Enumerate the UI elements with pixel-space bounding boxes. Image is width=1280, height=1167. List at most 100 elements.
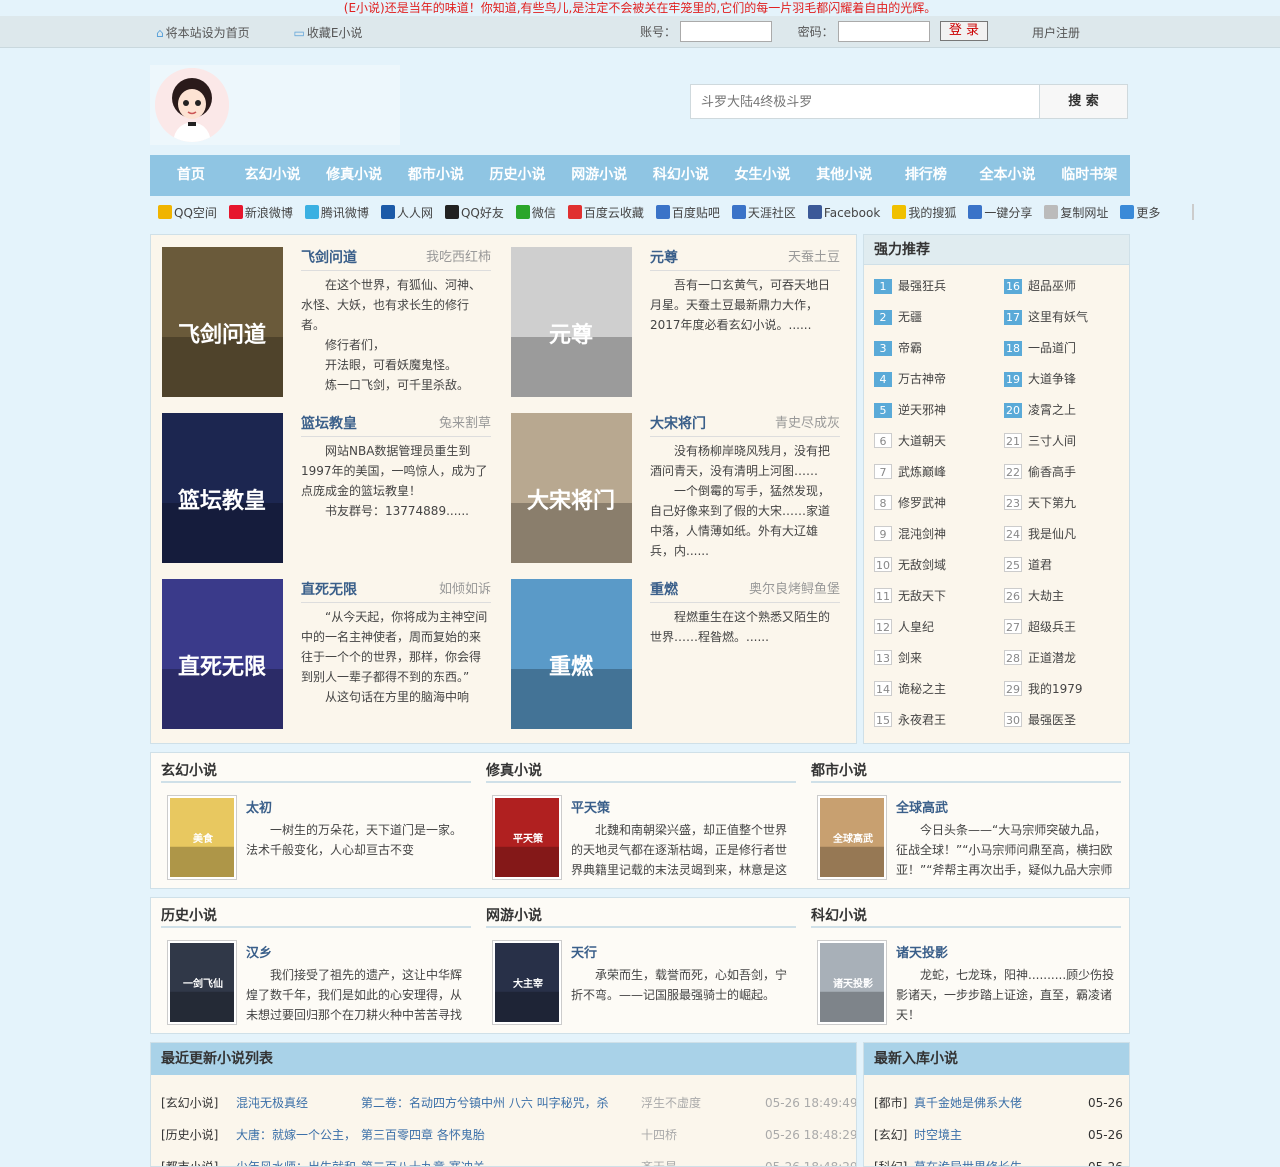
category-book-title[interactable]: 平天策 [571, 797, 793, 816]
login-button[interactable]: 登 录 [940, 21, 988, 41]
share-item[interactable]: 百度贴吧 [655, 204, 726, 221]
share-item[interactable]: Facebook [807, 204, 886, 220]
rank-item[interactable]: 28 正道潜龙 [1004, 649, 1129, 671]
book-author[interactable]: 奥尔良烤鲟鱼堡 [749, 579, 840, 602]
search-input[interactable] [691, 85, 1039, 118]
rank-item[interactable]: 26 大劫主 [1004, 587, 1129, 609]
book-author[interactable]: 我吃西红柿 [426, 247, 491, 270]
share-item[interactable]: 微信 [515, 204, 562, 221]
book-author[interactable]: 青史尽成灰 [775, 413, 840, 436]
book-cover[interactable]: 元尊 [511, 247, 632, 397]
nav-item[interactable]: 修真小说 [313, 155, 395, 196]
book-author[interactable]: 如倾如诉 [439, 579, 491, 602]
book-title[interactable]: 直死无限 [301, 579, 357, 602]
category-book-title[interactable]: 全球高武 [896, 797, 1118, 816]
book-title[interactable]: 元尊 [650, 247, 678, 270]
book-cover[interactable]: 直死无限 [162, 579, 283, 729]
book-cover[interactable]: 篮坛教皇 [162, 413, 283, 563]
category-book-title[interactable]: 天行 [571, 942, 793, 961]
nav-item[interactable]: 首页 [150, 155, 232, 196]
category-header[interactable]: 都市小说 [811, 759, 1121, 783]
nav-item[interactable]: 排行榜 [885, 155, 967, 196]
update-category[interactable]: [历史小说] [161, 1119, 218, 1151]
update-author[interactable]: 齐天昊 [641, 1151, 677, 1166]
update-chapter[interactable]: 第二卷：名动四方兮镇中州 八六 叫字秘咒，杀 [361, 1087, 621, 1119]
bookmark-link[interactable]: ▭ 收藏E小说 [293, 26, 382, 40]
password-input[interactable] [837, 21, 930, 42]
book-cover[interactable]: 重燃 [511, 579, 632, 729]
category-book-title[interactable]: 诸天投影 [896, 942, 1118, 961]
rank-item[interactable]: 22 偷香高手 [1004, 463, 1129, 485]
rank-item[interactable]: 19 大道争锋 [1004, 370, 1129, 392]
nav-item[interactable]: 历史小说 [477, 155, 559, 196]
share-item[interactable]: 腾讯微博 [304, 204, 375, 221]
share-item[interactable]: QQ好友 [444, 204, 510, 221]
book-cover[interactable]: 大宋将门 [511, 413, 632, 563]
nav-item[interactable]: 女生小说 [722, 155, 804, 196]
update-category[interactable]: [都市小说] [161, 1151, 218, 1166]
rank-item[interactable]: 3 帝霸 [874, 339, 999, 361]
share-item[interactable]: 更多 [1120, 204, 1166, 221]
rank-item[interactable]: 25 道君 [1004, 556, 1129, 578]
rank-item[interactable]: 5 逆天邪神 [874, 401, 999, 423]
category-header[interactable]: 科幻小说 [811, 904, 1121, 928]
book-title[interactable]: 重燃 [650, 579, 678, 602]
book-title[interactable]: 飞剑问道 [301, 247, 357, 270]
register-link[interactable]: 用户注册 [1032, 24, 1080, 41]
category-book-cover[interactable]: 一剑飞仙 [167, 940, 237, 1025]
book-title[interactable]: 篮坛教皇 [301, 413, 357, 436]
share-item[interactable]: 复制网址 [1044, 204, 1114, 221]
share-item[interactable]: 人人网 [380, 204, 439, 221]
nav-item[interactable]: 科幻小说 [640, 155, 722, 196]
rank-item[interactable]: 7 武炼巅峰 [874, 463, 999, 485]
rank-item[interactable]: 29 我的1979 [1004, 680, 1129, 702]
share-item[interactable]: 一键分享 [968, 204, 1038, 221]
nav-item[interactable]: 其他小说 [803, 155, 885, 196]
rank-item[interactable]: 13 剑来 [874, 649, 999, 671]
update-category[interactable]: [玄幻小说] [161, 1087, 218, 1119]
share-more-box[interactable] [1192, 204, 1195, 220]
rank-item[interactable]: 14 诡秘之主 [874, 680, 999, 702]
category-book-cover[interactable]: 平天策 [492, 795, 562, 880]
book-author[interactable]: 兔来割草 [439, 413, 491, 436]
update-author[interactable]: 十四桥 [641, 1119, 677, 1151]
search-button[interactable]: 搜 索 [1039, 85, 1127, 118]
nav-item[interactable]: 全本小说 [967, 155, 1049, 196]
update-author[interactable]: 浮生不虚度 [641, 1087, 701, 1119]
nav-item[interactable]: 临时书架 [1048, 155, 1130, 196]
category-header[interactable]: 历史小说 [161, 904, 471, 928]
category-header[interactable]: 修真小说 [486, 759, 796, 783]
category-book-cover[interactable]: 全球高武 [817, 795, 887, 880]
share-item[interactable]: 百度云收藏 [567, 204, 650, 221]
share-item[interactable]: 我的搜狐 [892, 204, 962, 221]
rank-item[interactable]: 16 超品巫师 [1004, 277, 1129, 299]
site-logo[interactable] [150, 65, 400, 145]
rank-item[interactable]: 15 永夜君王 [874, 711, 999, 733]
new-book-category[interactable]: [玄幻] [874, 1119, 907, 1151]
category-book-cover[interactable]: 诸天投影 [817, 940, 887, 1025]
update-book[interactable]: 少年风水师：出生就和 [236, 1151, 356, 1166]
rank-item[interactable]: 9 混沌剑神 [874, 525, 999, 547]
rank-item[interactable]: 20 凌霄之上 [1004, 401, 1129, 423]
category-book-title[interactable]: 汉乡 [246, 942, 468, 961]
category-book-cover[interactable]: 大主宰 [492, 940, 562, 1025]
category-header[interactable]: 网游小说 [486, 904, 796, 928]
book-author[interactable]: 天蚕土豆 [788, 247, 840, 270]
rank-item[interactable]: 10 无敌剑域 [874, 556, 999, 578]
new-book-title[interactable]: 莫在诡异世界修长生 [914, 1151, 1022, 1166]
rank-item[interactable]: 17 这里有妖气 [1004, 308, 1129, 330]
rank-item[interactable]: 4 万古神帝 [874, 370, 999, 392]
rank-item[interactable]: 30 最强医圣 [1004, 711, 1129, 733]
new-book-category[interactable]: [都市] [874, 1087, 907, 1119]
category-header[interactable]: 玄幻小说 [161, 759, 471, 783]
nav-item[interactable]: 玄幻小说 [232, 155, 314, 196]
book-title[interactable]: 大宋将门 [650, 413, 706, 436]
rank-item[interactable]: 8 修罗武神 [874, 494, 999, 516]
rank-item[interactable]: 12 人皇纪 [874, 618, 999, 640]
rank-item[interactable]: 2 无疆 [874, 308, 999, 330]
share-item[interactable]: 新浪微博 [228, 204, 299, 221]
set-home-link[interactable]: ⌂ 将本站设为首页 [156, 26, 270, 40]
update-chapter[interactable]: 第二百八十九章 赛冲关 [361, 1151, 621, 1166]
book-cover[interactable]: 飞剑问道 [162, 247, 283, 397]
update-book[interactable]: 大唐：就嫁一个公主， [236, 1119, 356, 1151]
